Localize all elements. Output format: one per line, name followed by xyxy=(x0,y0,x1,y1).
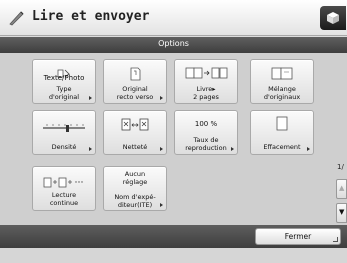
corner-grip-icon xyxy=(333,237,338,242)
reproduction-ratio-button[interactable]: 100 % Taux de reproduction xyxy=(174,110,238,155)
sender-name-value: Aucun réglage xyxy=(122,170,148,186)
scan-send-icon xyxy=(9,11,24,26)
chevron-right-icon xyxy=(89,147,92,151)
density-button[interactable]: Densité xyxy=(32,110,96,155)
book-to-pages-icon xyxy=(175,65,237,85)
reproduction-ratio-label: Taux de reproduction xyxy=(185,136,227,152)
book-2-pages-label: Livre▸ 2 pages xyxy=(193,85,219,101)
page-indicator: 1/ xyxy=(337,163,344,171)
app-title: Lire et envoyer xyxy=(32,9,150,24)
erase-label: Effacement xyxy=(263,143,301,151)
chevron-right-icon xyxy=(160,96,163,100)
menu-button[interactable] xyxy=(320,6,346,30)
scroll-up-button[interactable]: ▲ xyxy=(336,179,347,199)
duplex-original-button[interactable]: Original recto verso xyxy=(103,59,167,104)
footer-bar: Fermer xyxy=(0,225,347,248)
options-panel: Texte/Photo Type d'original Original recto… xyxy=(0,53,347,225)
close-button[interactable]: Fermer xyxy=(255,228,341,245)
chevron-right-icon xyxy=(89,96,92,100)
chevron-right-icon xyxy=(231,147,234,151)
erase-frame-icon xyxy=(251,115,313,137)
chevron-right-icon xyxy=(160,147,163,151)
status-strip xyxy=(0,248,347,263)
chevron-right-icon xyxy=(307,147,310,151)
options-header: Options xyxy=(0,37,347,53)
scroll-down-button[interactable]: ▼ xyxy=(336,203,347,223)
density-label: Densité xyxy=(51,143,77,151)
continuous-scan-icon xyxy=(33,173,95,192)
chevron-right-icon xyxy=(160,203,163,207)
original-type-value: Texte/Photo xyxy=(43,74,85,82)
erase-button[interactable]: Effacement xyxy=(250,110,314,155)
close-label: Fermer xyxy=(284,232,312,241)
mixed-originals-button[interactable]: Mélange d'originaux xyxy=(250,59,314,104)
sharpness-icon xyxy=(104,117,166,137)
duplex-original-label: Original recto verso xyxy=(116,85,154,101)
reproduction-ratio-value: 100 % xyxy=(194,120,218,128)
mixed-originals-icon xyxy=(251,65,313,85)
continuous-scan-button[interactable]: Lecture continue xyxy=(32,166,96,211)
cube-icon xyxy=(327,12,339,24)
sharpness-label: Netteté xyxy=(122,143,148,151)
sharpness-button[interactable]: Netteté xyxy=(103,110,167,155)
mixed-originals-label: Mélange d'originaux xyxy=(263,85,301,101)
sender-name-button[interactable]: Aucun réglage Nom d'expé-diteur(ITE) xyxy=(103,166,167,211)
original-type-label: Type d'original xyxy=(48,85,80,101)
duplex-icon xyxy=(104,65,166,87)
continuous-scan-label: Lecture continue xyxy=(49,191,79,207)
options-title: Options xyxy=(158,39,189,48)
original-type-button[interactable]: Texte/Photo Type d'original xyxy=(32,59,96,104)
book-2-pages-button[interactable]: Livre▸ 2 pages xyxy=(174,59,238,104)
density-slider-icon xyxy=(33,119,95,138)
sender-name-label: Nom d'expé-diteur(ITE) xyxy=(114,193,156,209)
title-bar: Lire et envoyer xyxy=(0,0,347,36)
